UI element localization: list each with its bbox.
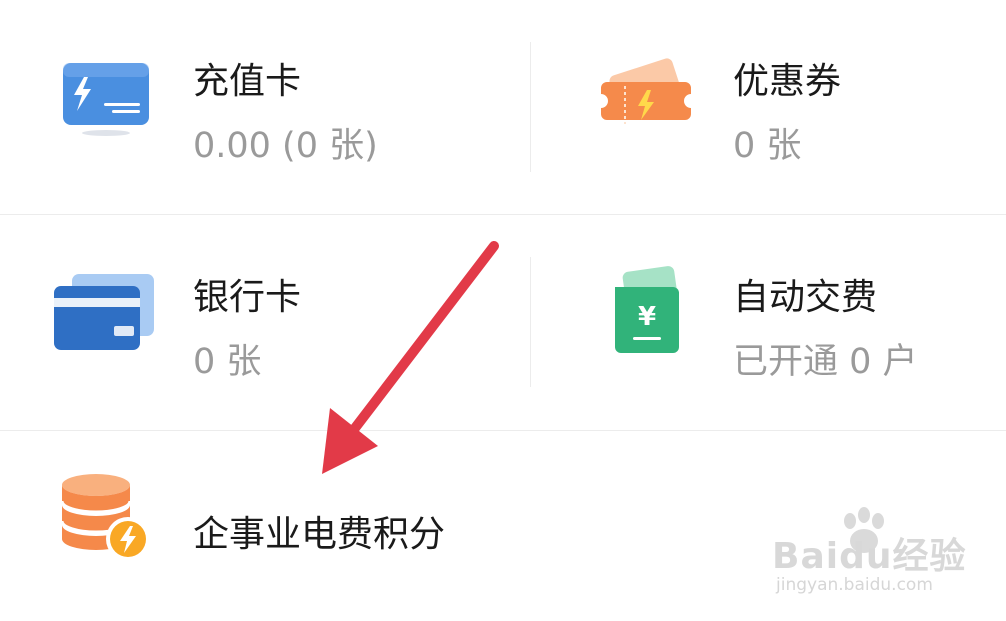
auto-pay-tile[interactable]: ¥ 自动交费 已开通 0 户 <box>531 215 1006 430</box>
coupon-tile[interactable]: 优惠券 0 张 <box>531 0 1006 214</box>
coupon-count: 0 张 <box>733 126 802 166</box>
enterprise-points-title: 企事业电费积分 <box>193 514 446 555</box>
lightning-card-icon <box>60 55 152 143</box>
bank-card-count: 0 张 <box>193 342 262 382</box>
recharge-card-tile[interactable]: 充值卡 0.00 (0 张) <box>0 0 530 214</box>
baidu-watermark: Baidu经验 jingyan.baidu.com <box>772 505 972 605</box>
bank-card-tile[interactable]: 银行卡 0 张 <box>0 215 530 430</box>
coupon-title: 优惠券 <box>733 61 842 102</box>
yuan-wallet-icon: ¥ <box>613 263 683 363</box>
watermark-url: jingyan.baidu.com <box>776 575 933 595</box>
bank-card-title: 银行卡 <box>193 277 302 318</box>
recharge-card-balance: 0.00 (0 张) <box>193 126 378 166</box>
service-row-2: 银行卡 0 张 ¥ 自动交费 已开通 0 户 <box>0 215 1006 430</box>
service-row-1: 充值卡 0.00 (0 张) 优惠券 0 张 <box>0 0 1006 214</box>
watermark-brand: Baidu经验 <box>772 536 967 577</box>
bank-card-icon <box>52 270 158 358</box>
recharge-card-title: 充值卡 <box>193 61 302 102</box>
svg-text:¥: ¥ <box>638 302 656 332</box>
coin-stack-lightning-icon <box>58 471 154 567</box>
lightning-ticket-icon <box>601 52 693 140</box>
auto-pay-status: 已开通 0 户 <box>733 342 918 382</box>
auto-pay-title: 自动交费 <box>733 277 878 318</box>
